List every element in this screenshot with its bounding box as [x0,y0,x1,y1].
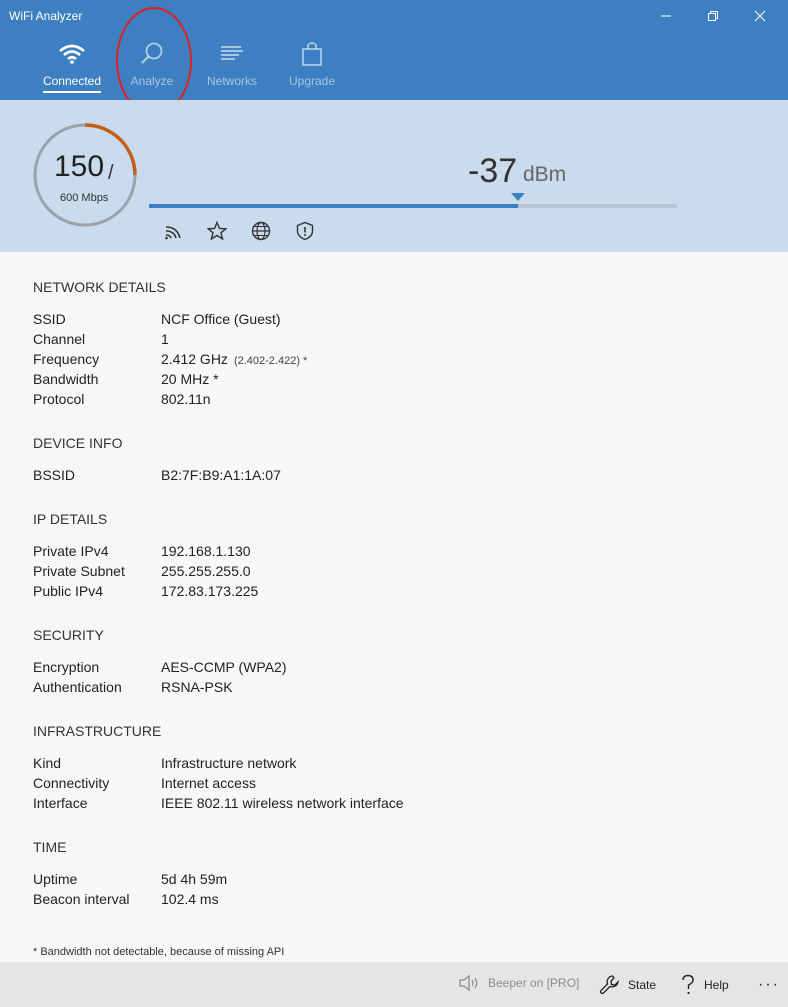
row-value-protocol: 802.11n [161,391,211,407]
help-button[interactable]: Help [680,974,729,996]
row-value-ssid: NCF Office (Guest) [161,311,281,327]
tab-connected-label: Connected [42,74,102,93]
signal-strength-fill [149,204,518,208]
row-label-kind: Kind [33,755,62,771]
details-panel: NETWORK DETAILS SSID NCF Office (Guest) … [0,252,788,962]
footnote: * Bandwidth not detectable, because of m… [33,946,285,958]
tab-upgrade[interactable]: Upgrade [272,40,352,96]
shopping-bag-icon [302,42,322,66]
row-label-bandwidth: Bandwidth [33,371,99,387]
minimize-icon [661,15,671,17]
row-label-channel: Channel [33,331,86,347]
section-title-device: DEVICE INFO [33,435,123,451]
tab-upgrade-label: Upgrade [288,74,336,88]
tab-networks-label: Networks [206,74,257,88]
row-label-connectivity: Connectivity [33,775,110,791]
section-title-infrastructure: INFRASTRUCTURE [33,723,162,739]
top-bar: WiFi Analyzer Connected Analyze Networks… [0,0,788,100]
bottom-bar: Beeper on [PRO] State Help ··· [0,962,788,1007]
signal-icon [162,220,184,242]
wifi-icon [59,44,85,64]
section-title-network: NETWORK DETAILS [33,279,166,295]
row-label-uptime: Uptime [33,871,78,887]
section-title-security: SECURITY [33,627,104,643]
frequency-main: 2.412 GHz [161,351,228,367]
app-title: WiFi Analyzer [9,9,83,23]
row-value-bssid: B2:7F:B9:A1:1A:07 [161,467,281,483]
shield-icon [294,220,316,242]
row-label-frequency: Frequency [33,351,100,367]
row-label-interface: Interface [33,795,88,811]
tab-connected[interactable]: Connected [32,40,112,96]
section-title-ip: IP DETAILS [33,511,108,527]
state-label: State [628,978,657,992]
section-title-time: TIME [33,839,67,855]
main-nav: Connected Analyze Networks Upgrade [32,40,352,96]
restore-button[interactable] [690,4,736,28]
minimize-button[interactable] [643,4,689,28]
row-label-public-ipv4: Public IPv4 [33,583,104,599]
question-icon [682,974,694,995]
row-value-beacon-interval: 102.4 ms [161,891,219,907]
state-button[interactable]: State [598,974,656,996]
row-value-private-ipv4: 192.168.1.130 [161,543,251,559]
speed-value: 150 [54,150,105,183]
tab-analyze[interactable]: Analyze [112,40,192,96]
row-label-private-subnet: Private Subnet [33,563,125,579]
star-icon [206,220,228,242]
signal-dbm-value: -37 [468,152,518,190]
beeper-label: Beeper on [PRO] [488,976,580,990]
row-label-encryption: Encryption [33,659,100,675]
row-value-encryption: AES-CCMP (WPA2) [161,659,287,675]
globe-icon [250,220,272,242]
help-label: Help [704,978,729,992]
row-value-bandwidth: 20 MHz * [161,371,219,387]
close-button[interactable] [737,4,783,28]
row-value-kind: Infrastructure network [161,755,297,771]
row-label-ssid: SSID [33,311,66,327]
row-value-public-ipv4: 172.83.173.225 [161,583,259,599]
row-value-uptime: 5d 4h 59m [161,871,228,887]
signal-panel: 150 / 600 Mbps -37 dBm [0,100,788,252]
row-label-bssid: BSSID [33,467,76,483]
speaker-icon [459,974,478,992]
signal-dbm-unit: dBm [523,163,567,186]
row-value-connectivity: Internet access [161,775,256,791]
tab-analyze-label: Analyze [130,74,174,88]
signal-strength-bar [149,204,677,208]
row-value-authentication: RSNA-PSK [161,679,233,695]
row-label-private-ipv4: Private IPv4 [33,543,109,559]
max-speed: 600 Mbps [60,192,109,204]
wrench-icon [599,975,620,995]
analyze-icon [141,42,163,64]
networks-icon [221,46,243,60]
frequency-range: (2.402-2.422) * [233,355,308,367]
row-value-private-subnet: 255.255.255.0 [161,563,251,579]
row-value-frequency: 2.412 GHz (2.402-2.422) * [161,351,307,367]
row-value-channel: 1 [161,331,169,347]
row-value-interface: IEEE 802.11 wireless network interface [161,795,404,811]
signal-marker [511,193,525,201]
tab-networks[interactable]: Networks [192,40,272,96]
close-icon [754,10,766,22]
row-label-beacon-interval: Beacon interval [33,891,130,907]
row-label-protocol: Protocol [33,391,85,407]
beeper-button[interactable]: Beeper on [PRO] [458,974,579,992]
row-label-authentication: Authentication [33,679,122,695]
speed-slash: / [108,162,114,184]
more-options-icon[interactable]: ··· [758,976,780,994]
signal-icons [162,220,316,242]
restore-icon [708,11,718,21]
